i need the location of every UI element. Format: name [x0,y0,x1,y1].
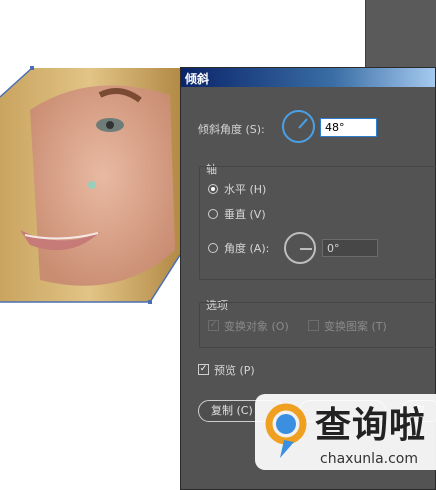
transform-patterns-label: 变换图案 (T) [324,320,387,333]
dial-hand-icon [297,117,308,129]
dialog-title: 倾斜 [185,72,210,86]
watermark-title: 查询啦 [315,405,427,446]
dialog-title-bar[interactable]: 倾斜 [181,68,435,87]
axis-angle-input[interactable]: 0° [322,239,378,257]
shear-angle-label: 倾斜角度 (S): [198,123,265,136]
axis-horizontal-radio[interactable] [208,184,218,194]
preview-label: 预览 (P) [214,364,255,377]
magnifier-logo-icon [265,403,307,458]
dial-hand-icon [300,248,312,250]
transform-objects-checkbox[interactable]: ✓ [208,320,219,331]
axis-angle-label: 角度 (A): [224,242,270,255]
axis-angle-dial[interactable] [284,232,316,264]
sheared-photo[interactable] [0,0,200,310]
preview-checkbox[interactable]: ✓ [198,364,209,375]
transform-objects-label: 变换对象 (O) [224,320,289,333]
axis-vertical-radio[interactable] [208,209,218,219]
shear-angle-dial[interactable] [282,110,315,143]
axis-horizontal-label: 水平 (H) [224,183,267,196]
watermark-subtitle: chaxunla.com [320,451,418,467]
axis-vertical-label: 垂直 (V) [224,208,266,221]
shear-angle-input[interactable]: 48° [320,118,377,137]
axis-angle-radio[interactable] [208,243,218,253]
transform-patterns-checkbox[interactable] [308,320,319,331]
